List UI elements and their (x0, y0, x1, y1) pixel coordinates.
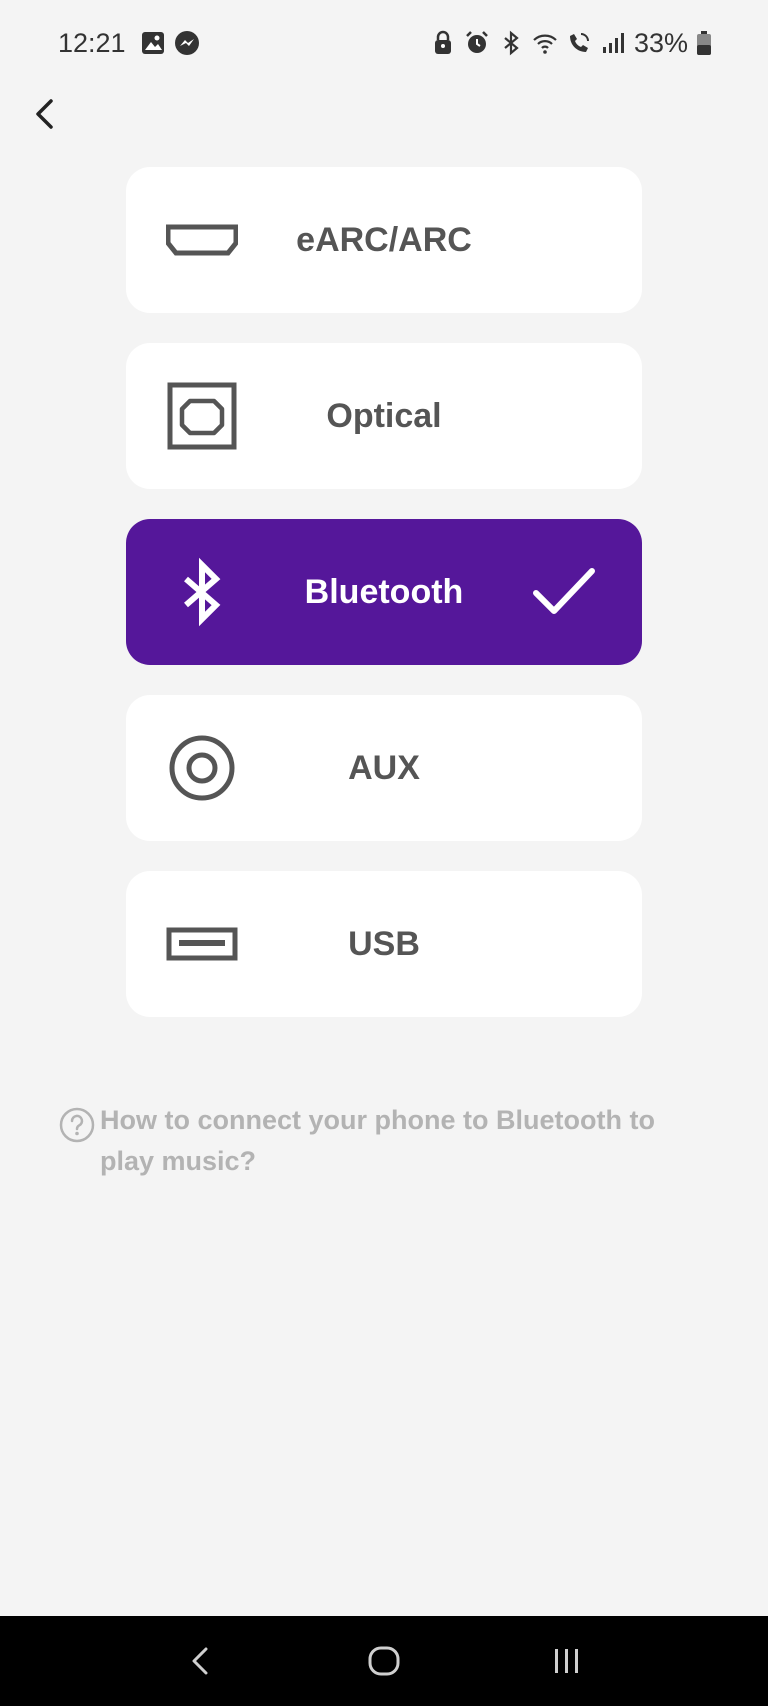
option-label: USB (348, 924, 420, 963)
lock-icon (430, 30, 456, 56)
option-earc-arc[interactable]: eARC/ARC (126, 167, 642, 313)
nav-home-button[interactable] (354, 1631, 414, 1691)
option-label: eARC/ARC (296, 220, 472, 259)
back-button[interactable] (22, 90, 66, 138)
question-circle-icon (58, 1106, 96, 1144)
battery-icon (696, 30, 712, 56)
help-text: How to connect your phone to Bluetooth t… (100, 1105, 655, 1176)
option-optical[interactable]: Optical (126, 343, 642, 489)
chevron-left-icon (36, 99, 53, 129)
wifi-calling-icon (566, 30, 592, 56)
bluetooth-help-link[interactable]: How to connect your phone to Bluetooth t… (58, 1100, 698, 1182)
option-label: AUX (348, 748, 420, 787)
home-nav-icon (368, 1646, 400, 1676)
messenger-icon (174, 30, 200, 56)
signal-icon (600, 30, 626, 56)
system-nav-bar (0, 1616, 768, 1706)
option-aux[interactable]: AUX (126, 695, 642, 841)
gallery-icon (140, 30, 166, 56)
wifi-icon (532, 30, 558, 56)
check-icon (532, 563, 596, 619)
nav-recents-button[interactable] (537, 1631, 597, 1691)
status-time: 12:21 (58, 27, 126, 58)
nav-back-button[interactable] (171, 1631, 231, 1691)
recents-nav-icon (554, 1649, 578, 1673)
bluetooth-icon (498, 30, 524, 56)
option-label: Optical (326, 396, 442, 435)
status-left: 12:21 (58, 28, 200, 59)
battery-percent: 33% (633, 27, 688, 58)
status-bar: 12:21 33% (0, 0, 768, 86)
option-usb[interactable]: USB (126, 871, 642, 1017)
alarm-icon (464, 30, 490, 56)
back-nav-icon (192, 1647, 208, 1675)
input-source-list: eARC/ARC Optical Bluetooth AUX USB (126, 167, 642, 1047)
status-right: 33% (430, 28, 712, 59)
option-bluetooth[interactable]: Bluetooth (126, 519, 642, 665)
